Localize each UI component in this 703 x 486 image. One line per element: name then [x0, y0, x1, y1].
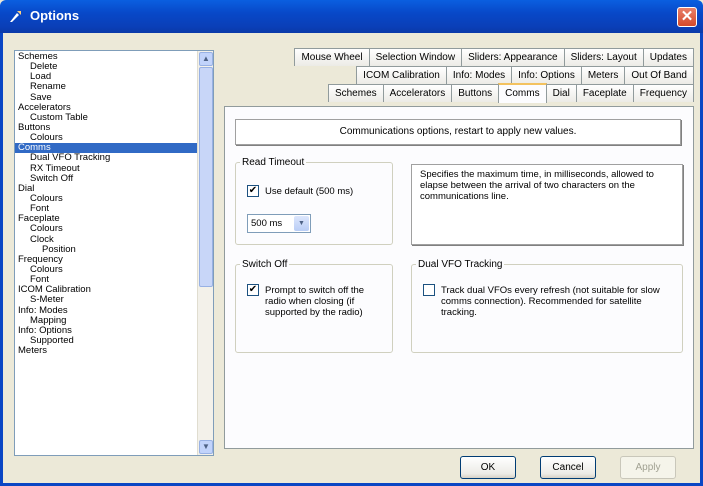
tab-sliders-layout[interactable]: Sliders: Layout	[563, 48, 644, 66]
apply-button[interactable]: Apply	[620, 456, 676, 479]
panel-banner: Communications options, restart to apply…	[235, 119, 681, 145]
timeout-select[interactable]: 500 ms ▼	[247, 214, 311, 233]
cancel-button[interactable]: Cancel	[540, 456, 596, 479]
tab-frequency[interactable]: Frequency	[632, 84, 694, 102]
tab-comms[interactable]: Comms	[498, 83, 547, 103]
options-icon	[10, 11, 21, 22]
scroll-down-icon[interactable]: ▼	[199, 440, 213, 454]
tab-buttons[interactable]: Buttons	[451, 84, 500, 102]
tab-icom-calibration[interactable]: ICOM Calibration	[356, 66, 447, 84]
dual-vfo-checkbox[interactable]	[423, 284, 435, 296]
scroll-up-icon[interactable]: ▲	[199, 52, 213, 66]
tab-info-options[interactable]: Info: Options	[511, 66, 582, 84]
tab-strip: Mouse Wheel Selection Window Sliders: Appe…	[224, 48, 694, 103]
tab-row-3: Schemes Accelerators Buttons Comms Dial Facep…	[224, 83, 694, 103]
tab-sliders-appearance[interactable]: Sliders: Appearance	[461, 48, 565, 66]
tab-faceplate[interactable]: Faceplate	[575, 84, 634, 102]
tree-item[interactable]: Colours	[15, 224, 198, 234]
options-tree[interactable]: Schemes Delete Load Rename Save Accelerators C…	[14, 50, 214, 456]
scroll-thumb[interactable]	[199, 67, 213, 287]
tree-item[interactable]: Switch Off	[15, 173, 198, 184]
tab-meters[interactable]: Meters	[580, 66, 626, 84]
comms-panel: Communications options, restart to apply…	[224, 106, 694, 449]
close-button[interactable]: ✕	[677, 7, 697, 27]
switch-off-label: Prompt to switch off the radio when clos…	[265, 285, 365, 318]
read-timeout-legend: Read Timeout	[242, 157, 305, 168]
tab-dial[interactable]: Dial	[545, 84, 577, 102]
tree-item[interactable]: Meters	[15, 346, 198, 356]
tree-list: Schemes Delete Load Rename Save Accelerators C…	[15, 51, 198, 356]
dual-vfo-label: Track dual VFOs every refresh (not suita…	[441, 285, 660, 318]
tab-row-1: Mouse Wheel Selection Window Sliders: Appe…	[224, 48, 694, 66]
tree-scrollbar[interactable]: ▲ ▼	[197, 51, 213, 455]
switch-off-legend: Switch Off	[242, 259, 288, 270]
use-default-label: Use default (500 ms)	[265, 186, 354, 197]
title-bar[interactable]: Options ✕	[0, 0, 703, 33]
tab-updates[interactable]: Updates	[642, 48, 694, 66]
tab-row-2: ICOM Calibration Info: Modes Info: Options…	[224, 66, 694, 84]
chevron-down-icon[interactable]: ▼	[294, 216, 309, 231]
tab-mouse-wheel[interactable]: Mouse Wheel	[294, 48, 370, 66]
ok-button[interactable]: OK	[460, 456, 516, 479]
use-default-checkbox[interactable]: ✔	[247, 185, 259, 197]
switch-off-checkbox[interactable]: ✔	[247, 284, 259, 296]
window-title: Options	[30, 8, 80, 23]
tree-item[interactable]: S-Meter	[15, 295, 198, 305]
dual-vfo-legend: Dual VFO Tracking	[418, 259, 503, 270]
timeout-select-value: 500 ms	[251, 218, 283, 229]
tab-out-of-band[interactable]: Out Of Band	[624, 66, 694, 84]
description-box: Specifies the maximum time, in milliseco…	[411, 164, 683, 245]
tab-info-modes[interactable]: Info: Modes	[445, 66, 513, 84]
tab-selection-window[interactable]: Selection Window	[368, 48, 463, 66]
tab-accelerators[interactable]: Accelerators	[382, 84, 453, 102]
tab-schemes[interactable]: Schemes	[327, 84, 384, 102]
